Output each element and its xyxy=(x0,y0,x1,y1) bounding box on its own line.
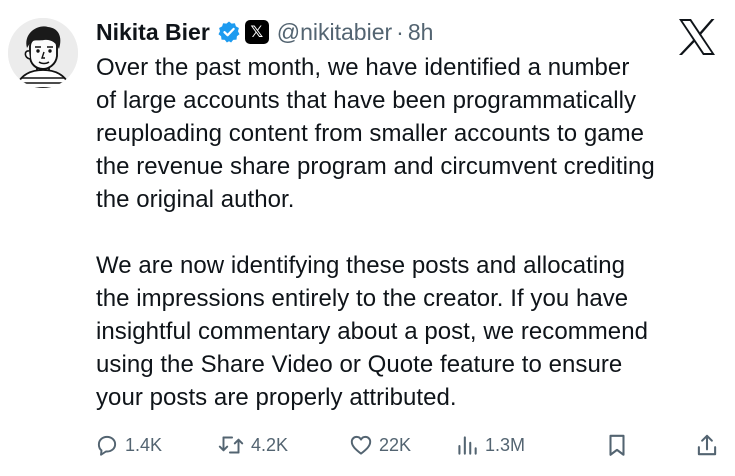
tweet-line: the revenue share program and circumvent… xyxy=(96,153,655,180)
tweet-line: reuploading content from smaller account… xyxy=(96,120,645,147)
views-icon xyxy=(458,436,477,455)
repost-count: 4.2K xyxy=(251,434,289,455)
tweet-paragraph: We are now identifying these posts and a… xyxy=(96,249,728,414)
share-icon xyxy=(697,434,717,456)
bookmark-button[interactable] xyxy=(604,428,630,462)
x-affiliate-badge-icon[interactable]: 𝕏 xyxy=(244,20,269,44)
verified-check-icon[interactable] xyxy=(217,20,241,44)
tweet-line: We are now identifying these posts and a… xyxy=(96,252,625,279)
bookmark-icon xyxy=(609,434,625,456)
repost-icon xyxy=(218,436,244,454)
tweet-paragraph: Over the past month, we have identified … xyxy=(96,51,728,216)
views-button[interactable]: 1.3M xyxy=(454,428,525,462)
repost-button[interactable]: 4.2K xyxy=(216,428,288,462)
author-name[interactable]: Nikita Bier xyxy=(96,19,210,46)
reply-button[interactable]: 1.4K xyxy=(94,428,162,462)
post-time[interactable]: 8h xyxy=(408,19,434,46)
heart-icon xyxy=(350,435,372,455)
reply-icon xyxy=(97,435,117,456)
author-handle[interactable]: @nikitabier xyxy=(277,19,392,46)
avatar-illustration xyxy=(8,18,78,88)
view-count: 1.3M xyxy=(485,434,526,455)
tweet-line: your posts are properly attributed. xyxy=(96,384,457,411)
tweet-line: the impressions entirely to the creator.… xyxy=(96,285,629,312)
tweet-line: insightful commentary about a post, we r… xyxy=(96,318,648,345)
separator-dot: · xyxy=(396,18,404,45)
like-button[interactable]: 22K xyxy=(348,428,411,462)
avatar[interactable] xyxy=(8,18,78,88)
tweet-header: Nikita Bier 𝕏 @nikitabier · 8h xyxy=(96,12,433,52)
share-button[interactable] xyxy=(694,428,720,462)
action-bar: 1.4K 4.2K 22K 1.3M xyxy=(94,428,724,462)
tweet-line: Over the past month, we have identified … xyxy=(96,54,630,81)
tweet-line: of large accounts that have been program… xyxy=(96,87,637,114)
reply-count: 1.4K xyxy=(125,434,163,455)
tweet-line: the original author. xyxy=(96,186,295,213)
like-count: 22K xyxy=(379,434,412,455)
tweet-card: Nikita Bier 𝕏 @nikitabier · 8h Over the … xyxy=(0,0,735,476)
tweet-line: using the Share Video or Quote feature t… xyxy=(96,351,623,378)
tweet-body: Over the past month, we have identified … xyxy=(96,51,728,414)
